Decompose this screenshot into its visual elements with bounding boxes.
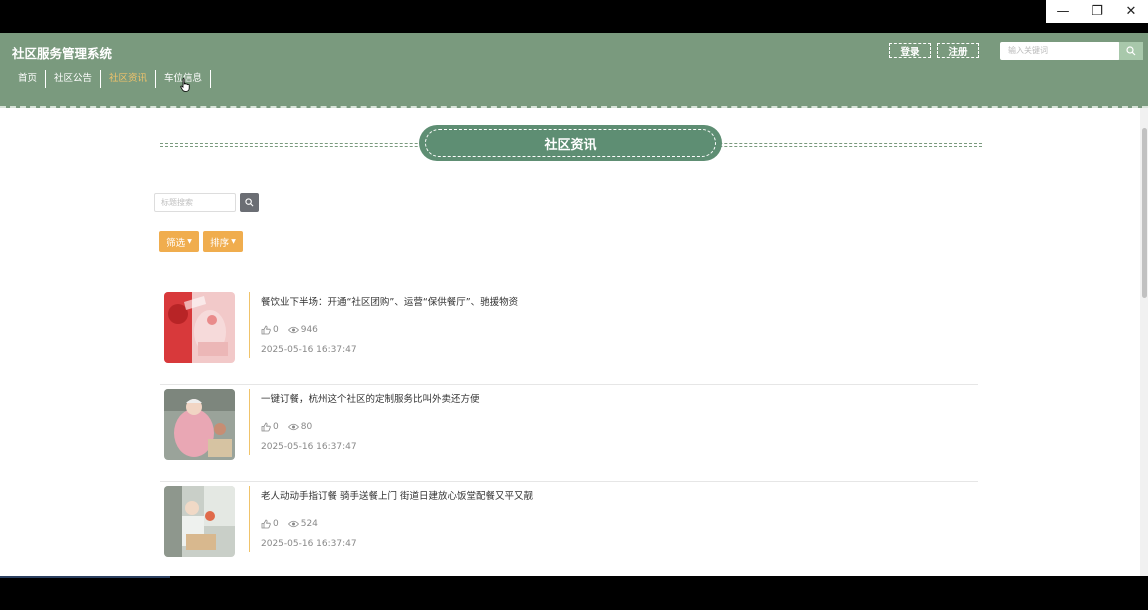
view-count: 80 xyxy=(300,422,313,432)
article-date: 2025-05-16 16:37:47 xyxy=(261,539,357,549)
login-button[interactable]: 登录 xyxy=(889,43,931,58)
article-stats: 0 946 xyxy=(261,325,318,335)
window-controls: — ❐ ✕ xyxy=(1046,0,1148,23)
section-title: 社区资讯 xyxy=(544,137,597,153)
like-count: 0 xyxy=(273,422,279,432)
register-button[interactable]: 注册 xyxy=(937,43,979,58)
caret-down-icon: ▼ xyxy=(187,238,192,245)
article-thumbnail[interactable] xyxy=(164,389,235,460)
eye-icon xyxy=(287,423,299,431)
article-item[interactable]: 一键订餐，杭州这个社区的定制服务比叫外卖还方便 0 80 2025-05-16 … xyxy=(160,385,978,482)
app-viewport: 社区服务管理系统 首页 社区公告 社区资讯 车位信息 登录 注册 输入关键词 社… xyxy=(0,33,1148,576)
taskbar xyxy=(0,576,1148,610)
article-stats: 0 80 xyxy=(261,422,312,432)
view-count: 946 xyxy=(300,325,318,335)
sort-label: 排序 xyxy=(210,237,230,249)
section-title-banner: 社区资讯 xyxy=(419,125,722,161)
header-search-input[interactable]: 输入关键词 xyxy=(1000,42,1120,60)
page-scrollbar[interactable] xyxy=(1140,108,1148,576)
keyword-search-input[interactable]: 标题搜索 xyxy=(154,193,236,212)
article-date: 2025-05-16 16:37:47 xyxy=(261,442,357,452)
site-brand: 社区服务管理系统 xyxy=(12,46,113,61)
taskbar-indicator xyxy=(0,576,170,578)
view-count: 524 xyxy=(300,519,318,529)
thumbs-up-icon xyxy=(261,422,271,432)
filter-dropdown-button[interactable]: 筛选 ▼ xyxy=(159,231,199,252)
article-item[interactable]: 餐饮业下半场：开通“社区团购”、运营“保供餐厅”、驰援物资 0 946 2025… xyxy=(160,288,978,385)
article-title[interactable]: 餐饮业下半场：开通“社区团购”、运营“保供餐厅”、驰援物资 xyxy=(261,294,518,308)
search-icon xyxy=(245,198,254,207)
eye-icon xyxy=(287,520,299,528)
restore-button[interactable]: ❐ xyxy=(1080,0,1114,23)
thumbs-up-icon xyxy=(261,519,271,529)
thumbs-up-icon xyxy=(261,325,271,335)
minimize-button[interactable]: — xyxy=(1046,0,1080,23)
keyword-search-button[interactable] xyxy=(240,193,259,212)
sort-dropdown-button[interactable]: 排序 ▼ xyxy=(203,231,243,252)
close-button[interactable]: ✕ xyxy=(1114,0,1148,23)
nav-announcements[interactable]: 社区公告 xyxy=(46,70,102,88)
article-item[interactable]: 老人动动手指订餐 骑手送餐上门 街道日建放心饭堂配餐又平又靓 0 524 202… xyxy=(160,482,978,576)
accent-divider xyxy=(249,389,250,455)
article-stats: 0 524 xyxy=(261,519,318,529)
like-count: 0 xyxy=(273,519,279,529)
scrollbar-thumb[interactable] xyxy=(1142,128,1147,298)
article-title[interactable]: 一键订餐，杭州这个社区的定制服务比叫外卖还方便 xyxy=(261,391,480,405)
caret-down-icon: ▼ xyxy=(231,238,236,245)
article-thumbnail[interactable] xyxy=(164,292,235,363)
article-title[interactable]: 老人动动手指订餐 骑手送餐上门 街道日建放心饭堂配餐又平又靓 xyxy=(261,488,533,502)
window-titlebar: — ❐ ✕ xyxy=(0,0,1148,33)
nav-home[interactable]: 首页 xyxy=(10,70,47,88)
mouse-cursor-icon xyxy=(180,78,190,92)
article-thumbnail[interactable] xyxy=(164,486,235,557)
search-icon xyxy=(1126,46,1136,56)
header-search-button[interactable] xyxy=(1119,42,1143,60)
accent-divider xyxy=(249,486,250,552)
like-count: 0 xyxy=(273,325,279,335)
nav-news[interactable]: 社区资讯 xyxy=(101,70,157,88)
article-date: 2025-05-16 16:37:47 xyxy=(261,345,357,355)
eye-icon xyxy=(287,326,299,334)
accent-divider xyxy=(249,292,250,358)
site-header: 社区服务管理系统 首页 社区公告 社区资讯 车位信息 登录 注册 输入关键词 xyxy=(0,33,1148,108)
filter-label: 筛选 xyxy=(166,237,186,249)
